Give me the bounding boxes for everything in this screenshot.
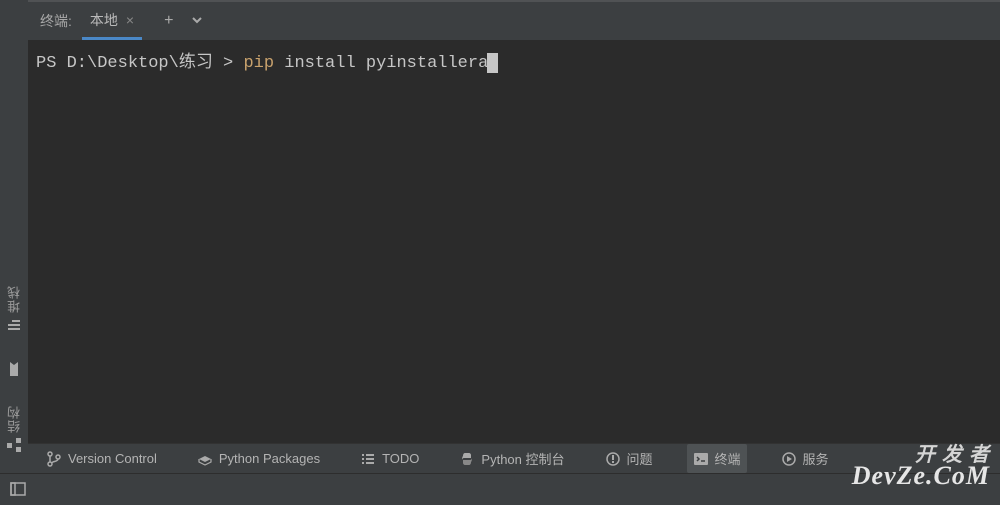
packages-icon <box>197 451 213 467</box>
terminal-header: 终端: 本地 × + <box>28 0 1000 40</box>
sidebar-stacks[interactable]: 堆栈 <box>5 285 24 333</box>
tool-python-console[interactable]: Python 控制台 <box>453 444 570 473</box>
sidebar-structure[interactable]: 结构 <box>5 405 24 453</box>
tool-version-control-label: Version Control <box>68 451 157 466</box>
todo-icon <box>360 451 376 467</box>
play-icon <box>781 451 797 467</box>
tool-todo[interactable]: TODO <box>354 444 425 473</box>
command-pip: pip <box>243 54 274 73</box>
tool-todo-label: TODO <box>382 451 419 466</box>
stacks-icon <box>6 317 22 333</box>
status-bar <box>0 473 1000 505</box>
window-icon[interactable] <box>10 481 28 499</box>
sidebar-stacks-label: 堆栈 <box>5 285 24 313</box>
tool-python-console-label: Python 控制台 <box>481 449 564 468</box>
prompt-separator: > <box>223 54 233 73</box>
python-icon <box>459 451 475 467</box>
tab-controls: + <box>164 12 203 30</box>
sidebar-bookmarks[interactable] <box>6 361 22 377</box>
tool-terminal[interactable]: 终端 <box>687 444 747 473</box>
structure-icon <box>6 437 22 453</box>
chevron-down-icon <box>191 14 203 26</box>
add-tab-button[interactable]: + <box>164 12 173 30</box>
close-icon[interactable]: × <box>126 12 134 28</box>
warning-icon <box>605 451 621 467</box>
tab-menu-button[interactable] <box>191 13 203 29</box>
tool-python-packages-label: Python Packages <box>219 451 320 466</box>
terminal-output[interactable]: PS D:\Desktop\练习 > pip install pyinstall… <box>28 40 1000 443</box>
terminal-tab-local[interactable]: 本地 × <box>82 2 142 40</box>
tool-python-packages[interactable]: Python Packages <box>191 444 326 473</box>
prompt-path: PS D:\Desktop\练习 <box>36 54 213 73</box>
bookmark-icon <box>6 361 22 377</box>
tool-services-label: 服务 <box>803 449 829 468</box>
panel-label: 终端: <box>40 11 72 31</box>
cursor <box>487 53 498 73</box>
tool-version-control[interactable]: Version Control <box>40 444 163 473</box>
left-gutter: 堆栈 结构 <box>0 0 28 473</box>
branch-icon <box>46 451 62 467</box>
sidebar-structure-label: 结构 <box>5 405 24 433</box>
tool-problems-label: 问题 <box>627 449 653 468</box>
tool-problems[interactable]: 问题 <box>599 444 659 473</box>
terminal-icon <box>693 451 709 467</box>
tool-services[interactable]: 服务 <box>775 444 835 473</box>
tool-terminal-label: 终端 <box>715 449 741 468</box>
command-args: install pyinstallera <box>274 54 488 73</box>
tab-label: 本地 <box>90 10 118 30</box>
bottom-toolbar: Version Control Python Packages TODO Pyt… <box>28 443 1000 473</box>
